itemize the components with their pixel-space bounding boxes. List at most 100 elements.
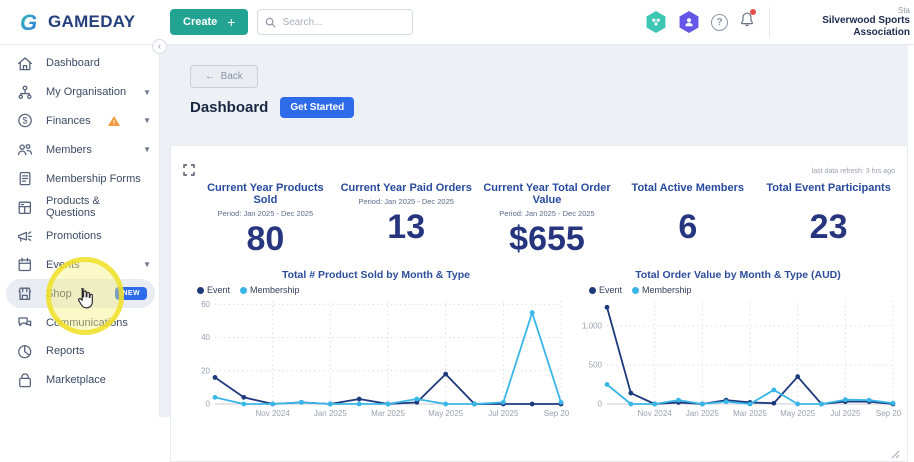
svg-text:40: 40	[201, 333, 210, 342]
svg-text:0: 0	[598, 400, 603, 409]
sidebar-item-label: Membership Forms	[46, 172, 141, 185]
brand-name: GAMEDAY	[48, 12, 136, 31]
sidebar-item-finances[interactable]: $ Finances! ▼	[0, 107, 159, 136]
plus-icon: +	[227, 14, 236, 30]
sidebar-item-communications[interactable]: Communications	[0, 308, 159, 337]
legend-dot	[240, 286, 248, 294]
svg-text:!: !	[113, 119, 115, 126]
create-button[interactable]: Create +	[170, 9, 249, 35]
main-content: ← Back Dashboard Get Started last data r…	[160, 45, 908, 462]
stats-row: Current Year Products Sold Period: Jan 20…	[195, 182, 899, 259]
charts-row: Total # Product Sold by Month & Type Even…	[183, 269, 907, 426]
sidebar-item-membership-forms[interactable]: Membership Forms	[0, 164, 159, 193]
sidebar-item-label: Dashboard	[46, 57, 100, 70]
back-button[interactable]: ← Back	[190, 65, 258, 88]
legend-item-event: Event	[589, 285, 622, 295]
members-icon	[16, 141, 33, 158]
chevron-down-icon: ▼	[143, 116, 151, 126]
finances-icon: $	[16, 112, 33, 129]
svg-text:0: 0	[206, 400, 211, 409]
chevron-down-icon: ▼	[143, 260, 151, 270]
last-refresh-note: last data refresh: 3 hrs ago	[811, 168, 895, 175]
sidebar-item-label: Shop	[46, 287, 72, 300]
legend-item-event: Event	[197, 285, 230, 295]
sidebar-item-products-questions[interactable]: Products & Questions	[0, 193, 159, 222]
legend-label: Event	[207, 285, 231, 295]
search-input[interactable]	[282, 16, 393, 28]
sidebar-item-label: Events	[46, 258, 80, 271]
help-icon[interactable]: ?	[711, 13, 728, 31]
sidebar-item-reports[interactable]: Reports	[0, 337, 159, 366]
legend-item-membership: Membership	[632, 285, 692, 295]
top-right-actions: ? Sta Silverwood Sports Association	[645, 6, 914, 39]
sidebar-item-my-organisation[interactable]: My Organisation ▼	[0, 78, 159, 107]
marketplace-icon	[16, 372, 33, 389]
home-icon	[16, 55, 33, 72]
sidebar-item-label: Products & Questions	[46, 195, 100, 220]
account-switcher[interactable]: Sta Silverwood Sports Association	[780, 6, 914, 39]
profile-icon[interactable]	[679, 11, 699, 33]
page-title: Dashboard	[190, 99, 269, 116]
legend-dot	[197, 286, 204, 294]
stat-title: Current Year Paid Orders	[340, 182, 472, 194]
svg-text:20: 20	[201, 366, 210, 375]
svg-text:$: $	[23, 116, 28, 126]
chart-title: Total Order Value by Month & Type (AUD)	[635, 269, 841, 281]
sidebar-item-label: My Organisation	[46, 86, 127, 99]
events-icon	[16, 256, 33, 273]
sidebar-collapse-button[interactable]: ‹	[152, 39, 167, 54]
stat-value: 23	[809, 208, 848, 246]
sidebar-item-label: Promotions	[46, 230, 102, 243]
sidebar-item-dashboard[interactable]: Dashboard	[0, 49, 159, 78]
new-badge: NEW	[115, 287, 147, 301]
legend-dot	[632, 286, 640, 294]
sidebar-item-label: Communications	[46, 316, 128, 329]
stat-period: Period: Jan 2025 - Dec 2025	[217, 209, 314, 218]
chart-order-value: Total Order Value by Month & Type (AUD) E…	[575, 269, 907, 426]
shop-icon	[16, 285, 33, 302]
search-icon	[266, 17, 276, 28]
communications-icon	[16, 314, 33, 331]
get-started-button[interactable]: Get Started	[280, 97, 355, 118]
stat-card-current-year-paid-orders: Current Year Paid Orders Period: Jan 2025…	[336, 182, 477, 259]
legend-label: Membership	[642, 285, 692, 295]
organisation-icon	[16, 84, 33, 101]
resize-grip-icon[interactable]	[889, 448, 900, 459]
stat-card-total-event-participants: Total Event Participants 23	[758, 182, 899, 259]
chart-plot: 0204060Nov 2024 Jan 2025 Mar 2025 May 2025 J…	[201, 300, 579, 418]
stat-card-total-active-members: Total Active Members 6	[617, 182, 758, 259]
stat-title: Current Year Total Order Value	[483, 182, 611, 206]
chart-legend: Event Membership	[197, 285, 569, 295]
chart-plot: 05001,000Nov 2024 Jan 2025 Mar 2025 May 202…	[582, 301, 907, 418]
promotions-icon	[16, 228, 33, 245]
svg-text:1,000: 1,000	[582, 321, 603, 330]
stat-period: Period: Jan 2025 - Dec 2025	[499, 209, 595, 218]
account-role: Sta	[897, 5, 910, 15]
sidebar-item-members[interactable]: Members ▼	[0, 135, 159, 164]
fullscreen-icon[interactable]	[183, 164, 195, 176]
gameday-logo[interactable]: G GAMEDAY	[0, 10, 160, 34]
stat-value: $655	[509, 220, 585, 258]
notification-dot	[750, 9, 756, 15]
chart-title: Total # Product Sold by Month & Type	[281, 269, 471, 281]
sidebar-item-label: Marketplace	[46, 374, 106, 387]
sidebar-item-shop[interactable]: Shop NEW	[6, 279, 155, 309]
gameday-logo-icon: G	[20, 10, 37, 34]
notifications-icon[interactable]	[739, 9, 756, 33]
membership-forms-icon	[16, 170, 33, 187]
search-box[interactable]	[257, 9, 414, 35]
sidebar: Dashboard My Organisation ▼ $ Finances! ▼ Memb…	[0, 45, 160, 417]
sidebar-item-events[interactable]: Events ▼	[0, 251, 159, 280]
warning-icon: !	[107, 115, 121, 127]
sidebar-item-label: Finances	[46, 114, 91, 127]
stat-value: 80	[246, 220, 285, 258]
stat-value: 6	[678, 208, 698, 246]
sidebar-item-promotions[interactable]: Promotions	[0, 222, 159, 251]
stat-period: Period: Jan 2025 - Dec 2025	[358, 197, 454, 206]
sidebar-item-label: Members	[46, 143, 92, 156]
top-bar: G GAMEDAY Create + ? Sta Silverwood Spor…	[0, 0, 914, 45]
divider	[769, 7, 770, 37]
stat-value: 13	[387, 208, 426, 246]
sidebar-item-marketplace[interactable]: Marketplace	[0, 366, 159, 395]
apps-icon[interactable]	[646, 11, 666, 33]
